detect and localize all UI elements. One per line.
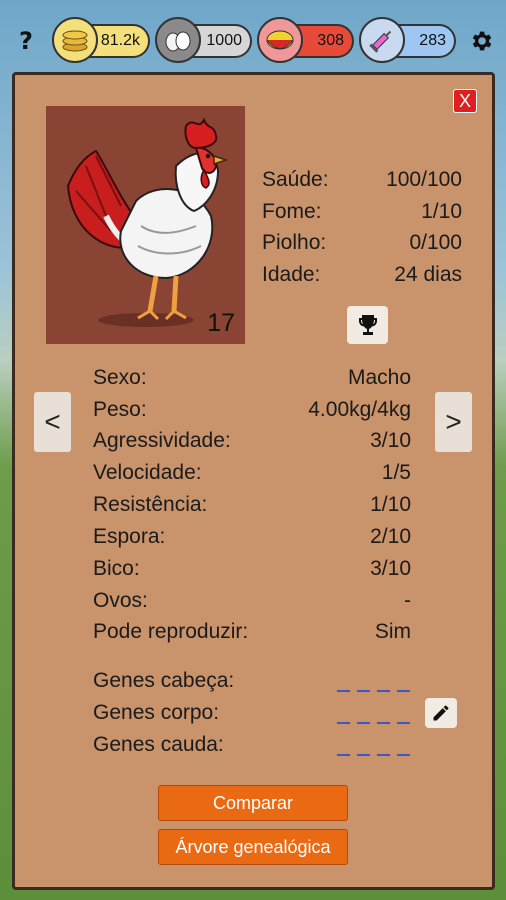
pencil-icon [433,705,449,721]
attribute-row: Peso: 4.00kg/4kg [93,398,411,426]
eggs-label: Ovos: [93,589,148,612]
tail-genes-placeholder [337,754,411,756]
syringe-icon [359,17,405,63]
family-tree-button[interactable]: Árvore genealógica [158,829,348,865]
close-button[interactable]: X [453,89,477,113]
attribute-row: Resistência: 1/10 [93,493,411,521]
resistance-value: 1/10 [370,493,411,516]
coin-stack-icon [52,17,98,63]
head-genes-placeholder [337,690,411,692]
health-label: Saúde: [262,168,329,191]
next-chicken-button[interactable]: > [435,392,472,452]
attribute-row: Velocidade: 1/5 [93,461,411,489]
compare-button[interactable]: Comparar [158,785,348,821]
chicken-portrait: 17 [46,106,245,344]
settings-gear-icon[interactable] [466,26,496,56]
beak-label: Bico: [93,557,140,580]
spur-value: 2/10 [370,525,411,548]
gene-row: Genes cauda: [93,733,411,761]
eggs-icon [155,17,201,63]
resource-bar: ? 81.2k 1000 308 283 [0,0,506,78]
weight-value: 4.00kg/4kg [308,398,411,421]
sex-label: Sexo: [93,366,147,389]
lice-label: Piolho: [262,231,327,254]
head-genes-label: Genes cabeça: [93,669,235,692]
weight-label: Peso: [93,398,147,421]
hunger-label: Fome: [262,200,322,223]
previous-chicken-button[interactable]: < [34,392,71,452]
can-breed-label: Pode reproduzir: [93,620,249,643]
chicken-number: 17 [207,309,235,337]
food-bowl-icon [257,17,303,63]
hunger-value: 1/10 [421,200,462,223]
resistance-label: Resistência: [93,493,208,516]
trophy-button[interactable] [347,306,388,344]
health-value: 100/100 [386,168,462,191]
attribute-row: Espora: 2/10 [93,525,411,553]
age-label: Idade: [262,263,321,286]
attribute-row: Sexo: Macho [93,366,411,394]
speed-label: Velocidade: [93,461,202,484]
trophy-icon [358,315,377,335]
age-value: 24 dias [394,263,462,286]
food-value: 308 [317,32,344,49]
attribute-row: Agressividade: 3/10 [93,429,411,457]
gene-row: Genes cabeça: [93,669,411,697]
edit-genes-button[interactable] [425,698,457,728]
help-button[interactable]: ? [12,26,40,56]
speed-value: 1/5 [381,461,411,484]
aggressiveness-label: Agressividade: [93,429,231,452]
aggressiveness-value: 3/10 [370,429,411,452]
eggs-value: 1000 [206,32,242,49]
eggs-attr-value: - [404,589,411,612]
body-genes-placeholder [337,722,411,724]
attribute-row: Ovos: - [93,589,411,617]
spur-label: Espora: [93,525,166,548]
can-breed-value: Sim [374,620,411,643]
beak-value: 3/10 [370,557,411,580]
medicine-value: 283 [419,32,446,49]
gene-row: Genes corpo: [93,701,411,729]
body-genes-label: Genes corpo: [93,701,220,724]
attribute-row: Pode reproduzir: Sim [93,620,411,648]
tail-genes-label: Genes cauda: [93,733,224,756]
coins-value: 81.2k [100,32,140,49]
lice-value: 0/100 [409,231,462,254]
attribute-row: Bico: 3/10 [93,557,411,585]
sex-value: Macho [347,366,411,389]
